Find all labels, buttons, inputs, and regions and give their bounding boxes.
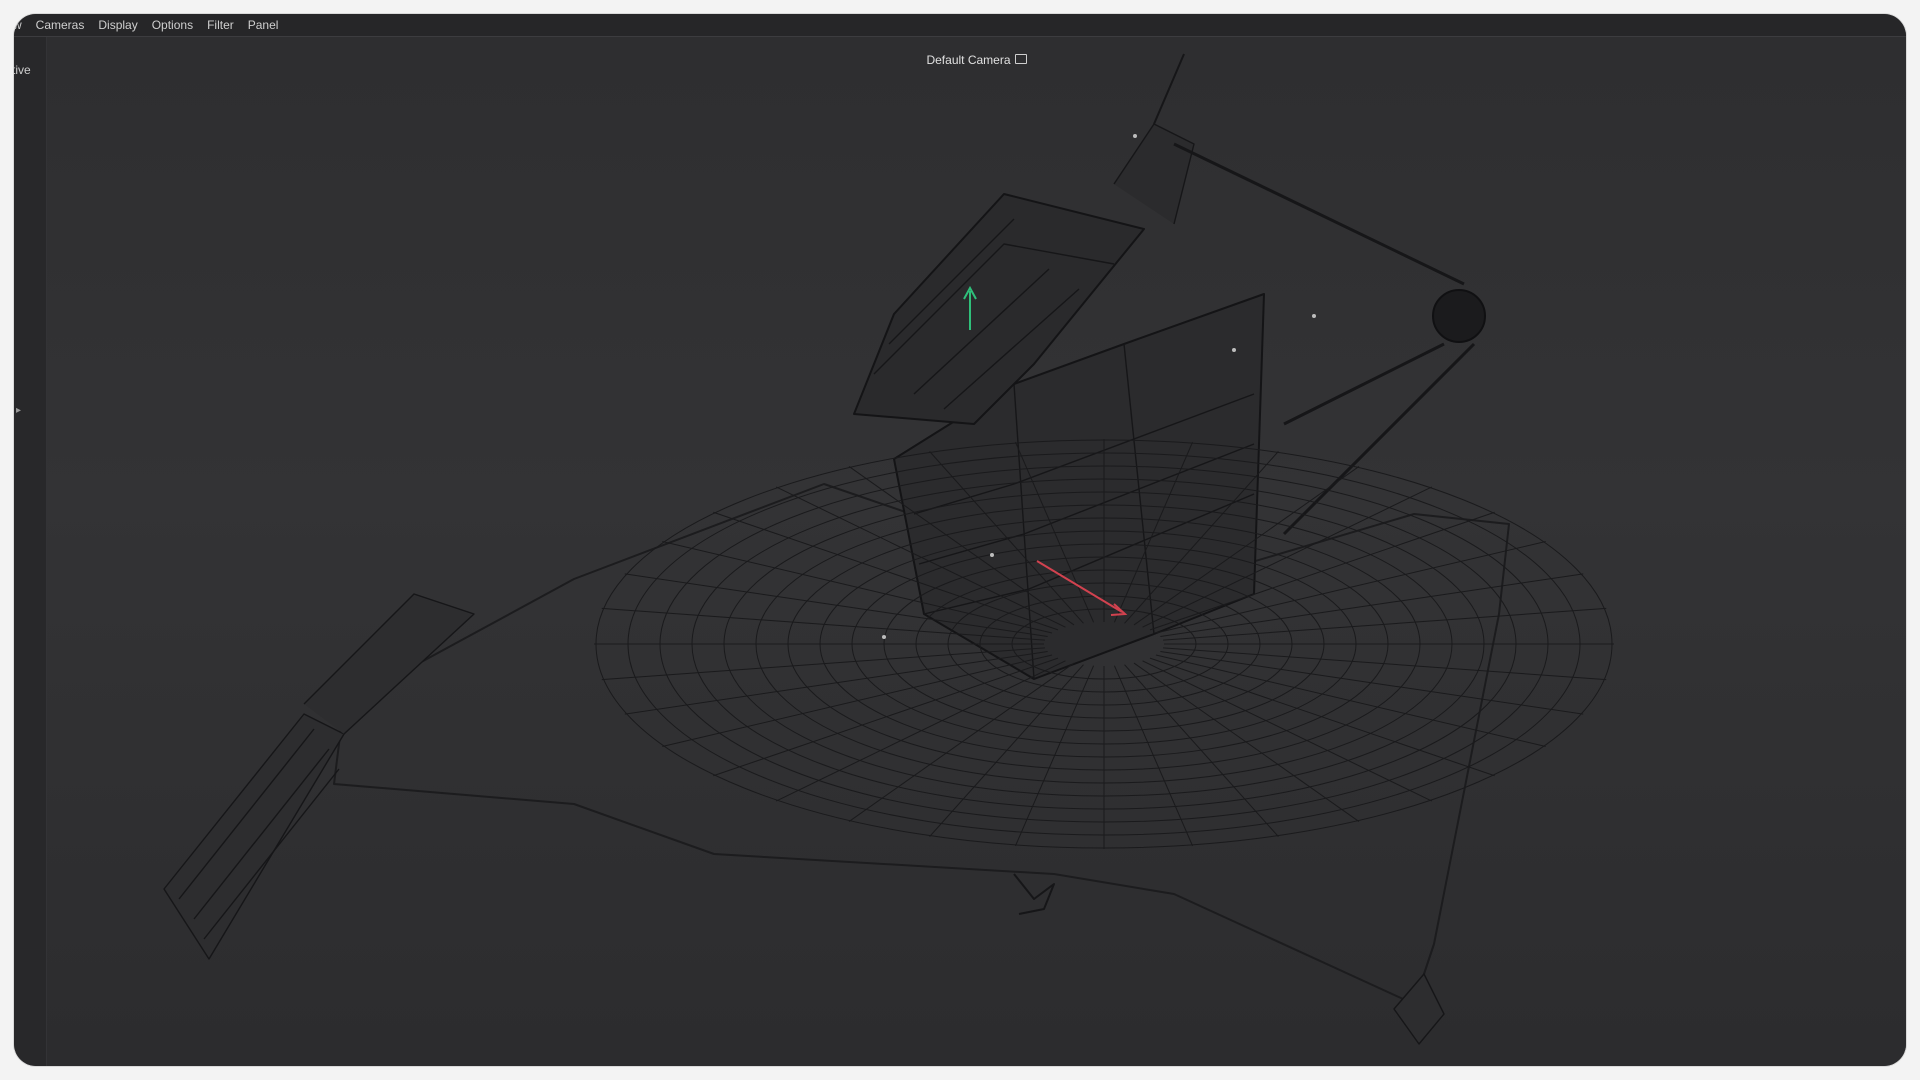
mesh-spoke (662, 654, 1053, 747)
mast-top (1113, 123, 1195, 225)
menu-display[interactable]: Display (91, 14, 144, 36)
mesh-spoke (1014, 665, 1095, 847)
boom-arm-3 (1282, 342, 1476, 536)
camera-name: Default Camera (926, 53, 1011, 67)
left-ladder (163, 713, 345, 960)
menu-filter[interactable]: Filter (200, 14, 241, 36)
collapse-arrow-icon[interactable]: ▸ (16, 405, 21, 416)
app-window: w Cameras Display Options Filter Panel c… (14, 14, 1906, 1066)
view-mode-label[interactable]: ctive (14, 63, 31, 77)
wireframe-scene (163, 53, 1614, 1045)
3d-viewport[interactable]: Default Camera (47, 37, 1906, 1066)
camera-icon[interactable] (1014, 54, 1027, 64)
menu-options[interactable]: Options (145, 14, 200, 36)
boom-arm-2 (1283, 342, 1445, 426)
mesh-spoke (1133, 662, 1360, 822)
viewport-menubar: w Cameras Display Options Filter Panel (14, 14, 1906, 37)
bottom-tab (1393, 973, 1445, 1045)
boom-arm-1 (1173, 142, 1465, 286)
menu-cameras[interactable]: Cameras (29, 14, 92, 36)
bottom-assembly (1013, 873, 1055, 915)
menu-panel[interactable]: Panel (241, 14, 286, 36)
mesh-spoke (601, 647, 1045, 681)
secondary-mirror (1432, 289, 1486, 343)
mesh-spoke (1124, 664, 1279, 837)
mesh-spoke (1163, 607, 1607, 641)
mesh-spoke (1163, 647, 1607, 681)
mesh-spoke (775, 660, 1066, 802)
camera-title[interactable]: Default Camera (47, 53, 1906, 67)
mesh-spoke (1142, 660, 1433, 802)
mesh-spoke (929, 664, 1084, 837)
left-arm (303, 593, 475, 735)
side-toolbar: ctive ▸ (14, 37, 47, 1066)
mesh-spoke (1113, 665, 1194, 847)
mesh-spoke (848, 662, 1075, 822)
menu-view[interactable]: w (14, 14, 29, 36)
